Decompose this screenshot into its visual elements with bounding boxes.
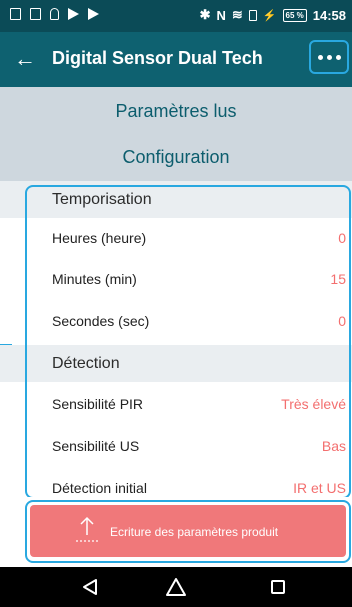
navigation-bar	[0, 567, 352, 607]
dot-icon	[326, 54, 332, 60]
param-label: Heures (heure)	[52, 230, 147, 246]
system-status-icons: ✱ N ≋ ⚡ 65 % 14:58	[200, 7, 346, 23]
param-row-us-sensitivity[interactable]: Sensibilité US Bas	[0, 426, 352, 467]
dot-icon	[335, 54, 341, 60]
param-label: Détection initial	[52, 480, 147, 496]
configuration-button[interactable]: Configuration	[0, 133, 352, 181]
app-bar: ← Digital Sensor Dual Tech	[0, 32, 352, 87]
nfc-icon: N	[216, 7, 226, 23]
sim-icon	[248, 9, 257, 21]
param-row-initial-detection[interactable]: Détection initial IR et US	[0, 468, 352, 497]
nav-recents-button[interactable]	[253, 567, 303, 607]
param-label: Sensibilité US	[52, 438, 140, 454]
write-params-label: Ecriture des paramètres produit	[110, 525, 279, 539]
param-value: 0	[338, 313, 346, 329]
bulb-icon	[50, 8, 59, 20]
page-title: Digital Sensor Dual Tech	[52, 48, 263, 68]
nav-back-button[interactable]	[65, 567, 115, 607]
clipboard-icon	[30, 8, 41, 20]
bluetooth-icon: ✱	[199, 7, 211, 22]
notification-icons	[10, 8, 99, 20]
write-params-button[interactable]: Ecriture des paramètres produit	[30, 505, 346, 557]
charging-icon: ⚡	[262, 9, 277, 22]
status-bar: ✱ N ≋ ⚡ 65 % 14:58	[0, 0, 352, 32]
back-arrow-icon[interactable]: ←	[10, 44, 40, 74]
param-row-seconds[interactable]: Secondes (sec) 0	[0, 301, 352, 342]
back-triangle-icon	[83, 579, 97, 595]
gallery-icon	[10, 8, 21, 20]
nav-home-button[interactable]	[151, 567, 201, 607]
param-label: Secondes (sec)	[52, 313, 150, 329]
param-value: 0	[338, 230, 346, 246]
param-label: Sensibilité PIR	[52, 396, 144, 412]
play-icon	[88, 8, 99, 20]
wifi-icon: ≋	[231, 7, 243, 22]
battery-level: 65 %	[282, 8, 307, 22]
upload-icon	[76, 516, 98, 542]
param-row-hours[interactable]: Heures (heure) 0	[0, 218, 352, 259]
group-header-detection: Détection	[0, 345, 352, 382]
play-store-icon	[68, 8, 79, 20]
param-row-pir-sensitivity[interactable]: Sensibilité PIR Très élevé	[0, 384, 352, 425]
group-header-temporisation: Temporisation	[0, 181, 352, 218]
read-params-button[interactable]: Paramètres lus	[0, 87, 352, 135]
param-row-minutes[interactable]: Minutes (min) 15	[0, 259, 352, 300]
param-value: IR et US	[293, 480, 346, 496]
dot-icon	[317, 54, 323, 60]
more-options-button[interactable]	[309, 40, 349, 74]
home-icon	[166, 578, 186, 596]
param-label: Minutes (min)	[52, 271, 137, 287]
status-time: 14:58	[312, 7, 346, 23]
parameter-list[interactable]: Temporisation Heures (heure) 0 Minutes (…	[0, 181, 352, 497]
side-marker	[0, 344, 12, 345]
param-value: Très élevé	[281, 396, 346, 412]
param-value: Bas	[321, 438, 346, 454]
param-value: 15	[330, 271, 346, 287]
recents-icon	[271, 580, 285, 594]
